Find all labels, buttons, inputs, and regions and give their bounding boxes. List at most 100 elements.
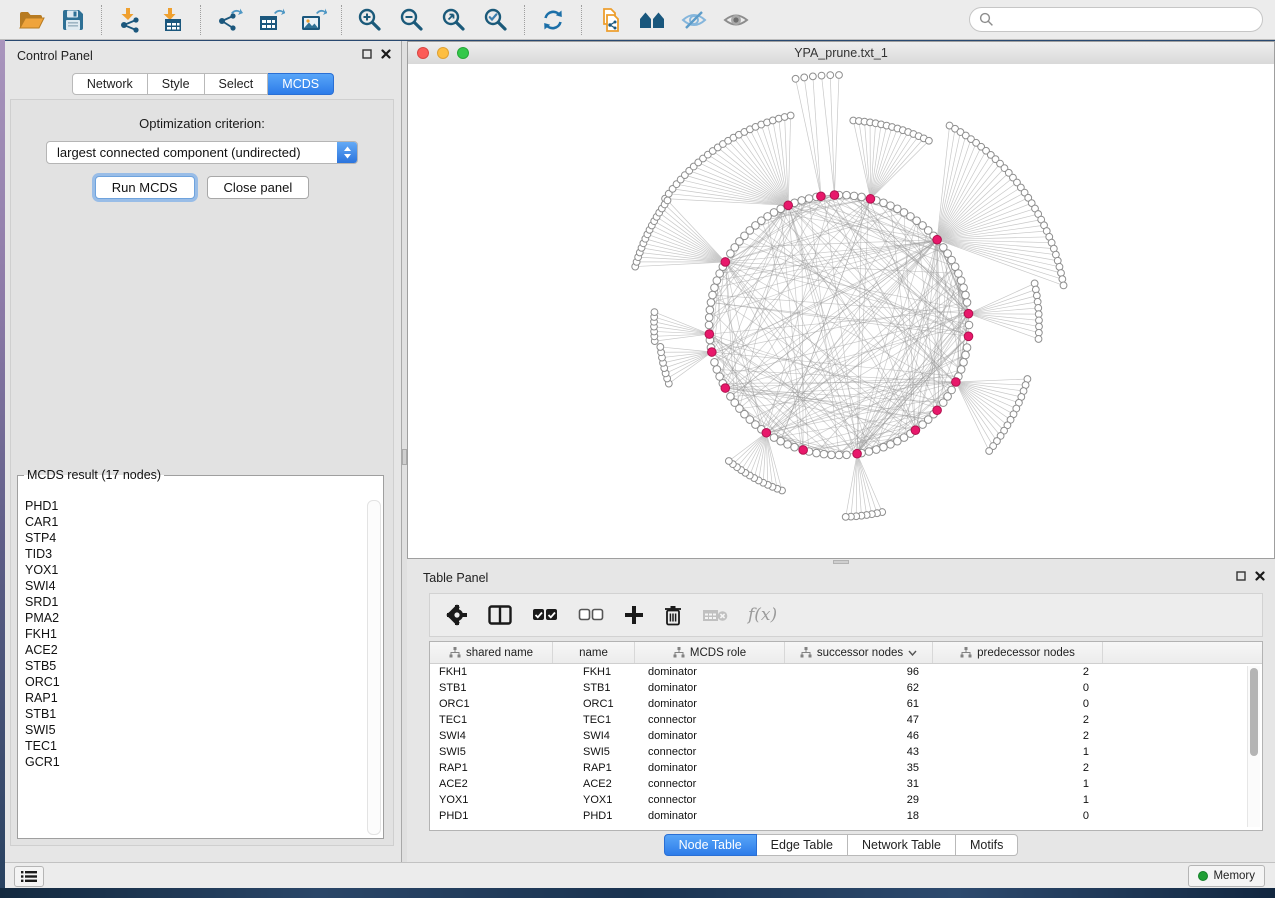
column-header-successor-nodes[interactable]: successor nodes	[785, 642, 933, 663]
table-cell[interactable]: dominator	[635, 664, 785, 680]
graph-edge[interactable]	[870, 132, 908, 199]
graph-node[interactable]	[962, 291, 970, 299]
graph-node[interactable]	[792, 75, 799, 82]
graph-edge[interactable]	[667, 200, 725, 262]
graph-dominator-node[interactable]	[933, 235, 942, 244]
graph-node[interactable]	[809, 73, 816, 80]
graph-edge[interactable]	[650, 230, 726, 262]
mcds-result-item[interactable]: TID3	[19, 546, 367, 562]
graph-edge[interactable]	[937, 203, 1032, 240]
graph-node[interactable]	[836, 72, 843, 79]
table-cell[interactable]: dominator	[635, 696, 785, 712]
graph-edge[interactable]	[969, 302, 1038, 314]
graph-dominator-node[interactable]	[708, 348, 717, 357]
float-panel-icon[interactable]	[1236, 571, 1246, 581]
table-cell[interactable]: 61	[785, 696, 933, 712]
graph-node[interactable]	[986, 448, 993, 455]
table-cell[interactable]: 31	[785, 776, 933, 792]
graph-node[interactable]	[664, 197, 671, 204]
task-history-button[interactable]	[14, 866, 44, 887]
mcds-result-item[interactable]: SRD1	[19, 594, 367, 610]
graph-node[interactable]	[872, 446, 880, 454]
table-cell[interactable]: connector	[635, 776, 785, 792]
graph-edge[interactable]	[864, 122, 870, 199]
table-cell[interactable]: 0	[933, 696, 1103, 712]
mcds-result-item[interactable]: SWI5	[19, 722, 367, 738]
graph-edge[interactable]	[956, 382, 1011, 420]
graph-node[interactable]	[1058, 270, 1065, 277]
graph-edge[interactable]	[635, 262, 725, 267]
mcds-result-item[interactable]: GCR1	[19, 754, 367, 770]
graph-edge[interactable]	[788, 116, 790, 206]
table-scrollbar[interactable]	[1247, 666, 1260, 827]
graph-node[interactable]	[727, 393, 735, 401]
show-all-button[interactable]	[715, 3, 757, 37]
tab-select[interactable]: Select	[205, 73, 269, 95]
mcds-result-scrollbar[interactable]	[367, 500, 381, 835]
table-row[interactable]: ORC1ORC1dominator610	[430, 696, 1262, 712]
graph-node[interactable]	[887, 441, 895, 449]
mcds-result-item[interactable]: STP4	[19, 530, 367, 546]
graph-dominator-node[interactable]	[830, 191, 839, 200]
graph-node[interactable]	[716, 373, 724, 381]
graph-node[interactable]	[709, 291, 717, 299]
graph-dominator-node[interactable]	[784, 201, 793, 210]
export-table-button[interactable]	[250, 3, 292, 37]
hide-selected-button[interactable]	[673, 3, 715, 37]
graph-node[interactable]	[925, 137, 932, 144]
table-cell[interactable]: dominator	[635, 728, 785, 744]
open-file-button[interactable]	[10, 3, 52, 37]
graph-node[interactable]	[805, 195, 813, 203]
table-cell[interactable]: 0	[933, 680, 1103, 696]
table-cell[interactable]: ORC1	[430, 696, 553, 712]
graph-node[interactable]	[939, 399, 947, 407]
scrollbar-thumb[interactable]	[1250, 668, 1258, 756]
table-cell[interactable]: FKH1	[553, 664, 635, 680]
column-header-shared-name[interactable]: shared name	[430, 642, 553, 663]
graph-edge[interactable]	[937, 240, 1058, 261]
table-cell[interactable]: dominator	[635, 760, 785, 776]
memory-button[interactable]: Memory	[1188, 865, 1265, 887]
graph-node[interactable]	[1060, 282, 1067, 289]
mcds-result-item[interactable]: ORC1	[19, 674, 367, 690]
graph-edge[interactable]	[654, 312, 709, 334]
graph-dominator-node[interactable]	[964, 332, 973, 341]
column-selector-icon[interactable]	[488, 605, 512, 625]
table-cell[interactable]: 35	[785, 760, 933, 776]
graph-node[interactable]	[657, 344, 664, 351]
import-network-button[interactable]	[109, 3, 151, 37]
graph-node[interactable]	[707, 299, 715, 307]
graph-dominator-node[interactable]	[911, 426, 920, 435]
table-cell[interactable]: RAP1	[430, 760, 553, 776]
graph-node[interactable]	[705, 314, 713, 322]
table-cell[interactable]: YOX1	[430, 792, 553, 808]
graph-node[interactable]	[705, 321, 713, 329]
table-cell[interactable]: STB1	[430, 680, 553, 696]
graph-node[interactable]	[787, 112, 794, 119]
graph-node[interactable]	[865, 448, 873, 456]
table-cell[interactable]: STB1	[553, 680, 635, 696]
column-header-mcds-role[interactable]: MCDS role	[635, 642, 785, 663]
graph-edge[interactable]	[761, 125, 788, 206]
table-row[interactable]: RAP1RAP1dominator352	[430, 760, 1262, 776]
graph-node[interactable]	[957, 366, 965, 374]
table-cell[interactable]: ACE2	[430, 776, 553, 792]
table-cell[interactable]: connector	[635, 792, 785, 808]
graph-node[interactable]	[801, 74, 808, 81]
graph-node[interactable]	[1059, 276, 1066, 283]
table-row[interactable]: PHD1PHD1dominator180	[430, 808, 1262, 824]
graph-node[interactable]	[843, 191, 851, 199]
table-cell[interactable]: 43	[785, 744, 933, 760]
graph-node[interactable]	[706, 306, 714, 314]
table-cell[interactable]: SWI4	[430, 728, 553, 744]
table-row[interactable]: FKH1FKH1dominator962	[430, 664, 1262, 680]
table-row[interactable]: SWI5SWI5connector431	[430, 744, 1262, 760]
graph-edge[interactable]	[654, 317, 709, 334]
tab-node-table[interactable]: Node Table	[664, 834, 757, 856]
tab-mcds[interactable]: MCDS	[268, 73, 334, 95]
mcds-result-item[interactable]: FKH1	[19, 626, 367, 642]
table-cell[interactable]: RAP1	[553, 760, 635, 776]
graph-node[interactable]	[1035, 336, 1042, 343]
table-cell[interactable]: 46	[785, 728, 933, 744]
graph-node[interactable]	[858, 193, 866, 201]
